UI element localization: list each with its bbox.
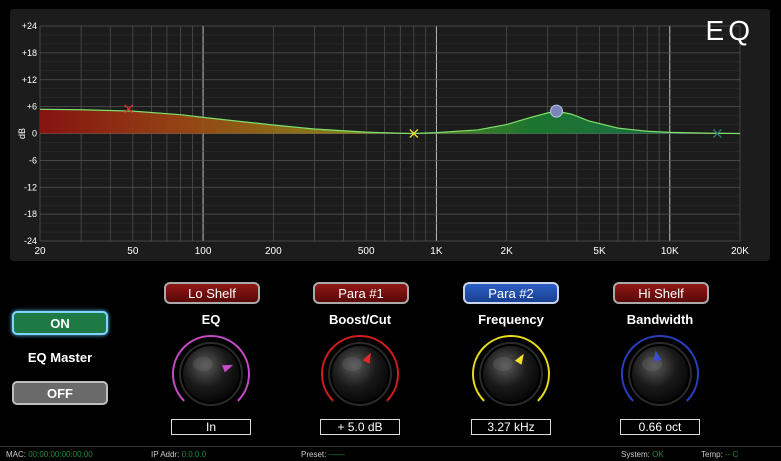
- bandwidth-knob[interactable]: [618, 332, 702, 416]
- x-tick-label: 2K: [501, 246, 514, 257]
- eq-graph[interactable]: +24 +18 +12 +6 0 -6 -12 -18 -2420 50 100 200 500 1K 2K…: [10, 9, 770, 261]
- x-tick-label: 1K: [430, 246, 443, 257]
- temp-value: -- C: [725, 450, 739, 459]
- knob-shine: [493, 357, 513, 371]
- hi-shelf-button[interactable]: Hi Shelf: [613, 282, 709, 304]
- knob-body: [632, 346, 688, 402]
- y-tick-label: 0: [32, 129, 37, 139]
- preset-label: Preset:: [301, 450, 327, 459]
- knob-shine: [342, 357, 362, 371]
- x-tick-label: 50: [127, 246, 139, 257]
- y-tick-label: -18: [24, 209, 37, 219]
- y-tick-label: -12: [24, 182, 37, 192]
- boost-cut-knob[interactable]: [318, 332, 402, 416]
- x-tick-label: 5K: [593, 246, 606, 257]
- eq-knob-label: EQ: [201, 312, 221, 327]
- y-tick-label: +18: [22, 48, 37, 58]
- x-tick-label: 20: [34, 246, 46, 257]
- boost-cut-knob-label: Boost/Cut: [328, 312, 392, 327]
- eq-knob[interactable]: [169, 332, 253, 416]
- eq-title: EQ: [705, 15, 754, 46]
- boost-cut-value[interactable]: + 5.0 dB: [320, 419, 400, 435]
- bandwidth-knob-label: Bandwidth: [626, 312, 694, 327]
- eq-master-on-button[interactable]: ON: [12, 311, 108, 335]
- lo-shelf-button[interactable]: Lo Shelf: [164, 282, 260, 304]
- mac-label: MAC:: [6, 450, 26, 459]
- x-tick-label: 200: [265, 246, 282, 257]
- temp-label: Temp:: [701, 450, 723, 459]
- mac-status: MAC: 00:00:00:00:00:00: [6, 450, 93, 459]
- x-tick-label: 100: [195, 246, 212, 257]
- para-1-button[interactable]: Para #1: [313, 282, 409, 304]
- frequency-knob[interactable]: [469, 332, 553, 416]
- x-tick-label: 20K: [731, 246, 749, 257]
- eq-value[interactable]: In: [171, 419, 251, 435]
- system-value: OK: [652, 450, 664, 459]
- y-tick-label: +12: [22, 75, 37, 85]
- knob-shine: [193, 357, 213, 371]
- x-tick-label: 500: [358, 246, 375, 257]
- y-tick-label: -24: [24, 236, 37, 246]
- knob-body: [332, 346, 388, 402]
- status-bar: MAC: 00:00:00:00:00:00 IP Addr: 0.0.0.0 …: [0, 446, 781, 461]
- band-handle-para-2[interactable]: [549, 104, 563, 118]
- para-2-button[interactable]: Para #2: [463, 282, 559, 304]
- temp-status: Temp: -- C: [701, 450, 738, 459]
- bandwidth-value[interactable]: 0.66 oct: [620, 419, 700, 435]
- eq-master-label: EQ Master: [27, 350, 93, 365]
- frequency-knob-label: Frequency: [478, 312, 544, 327]
- ip-label: IP Addr:: [151, 450, 180, 459]
- system-status: System: OK: [621, 450, 664, 459]
- system-label: System:: [621, 450, 650, 459]
- ip-value: 0.0.0.0: [181, 450, 207, 459]
- mac-value: 00:00:00:00:00:00: [28, 450, 93, 459]
- eq-graph-panel[interactable]: +24 +18 +12 +6 0 -6 -12 -18 -24 20 50 100 200 500 1K 2K…: [10, 9, 770, 261]
- preset-status: Preset: ——: [301, 450, 345, 459]
- x-tick-label: 10K: [661, 246, 679, 257]
- y-tick-label: +24: [22, 21, 37, 31]
- y-axis-label: dB: [17, 128, 27, 139]
- knob-body: [183, 346, 239, 402]
- y-tick-label: -6: [29, 155, 37, 165]
- y-tick-label: +6: [27, 102, 37, 112]
- knob-body: [483, 346, 539, 402]
- eq-master-off-button[interactable]: OFF: [12, 381, 108, 405]
- ip-status: IP Addr: 0.0.0.0: [151, 450, 206, 459]
- frequency-value[interactable]: 3.27 kHz: [471, 419, 551, 435]
- preset-value: ——: [328, 450, 345, 459]
